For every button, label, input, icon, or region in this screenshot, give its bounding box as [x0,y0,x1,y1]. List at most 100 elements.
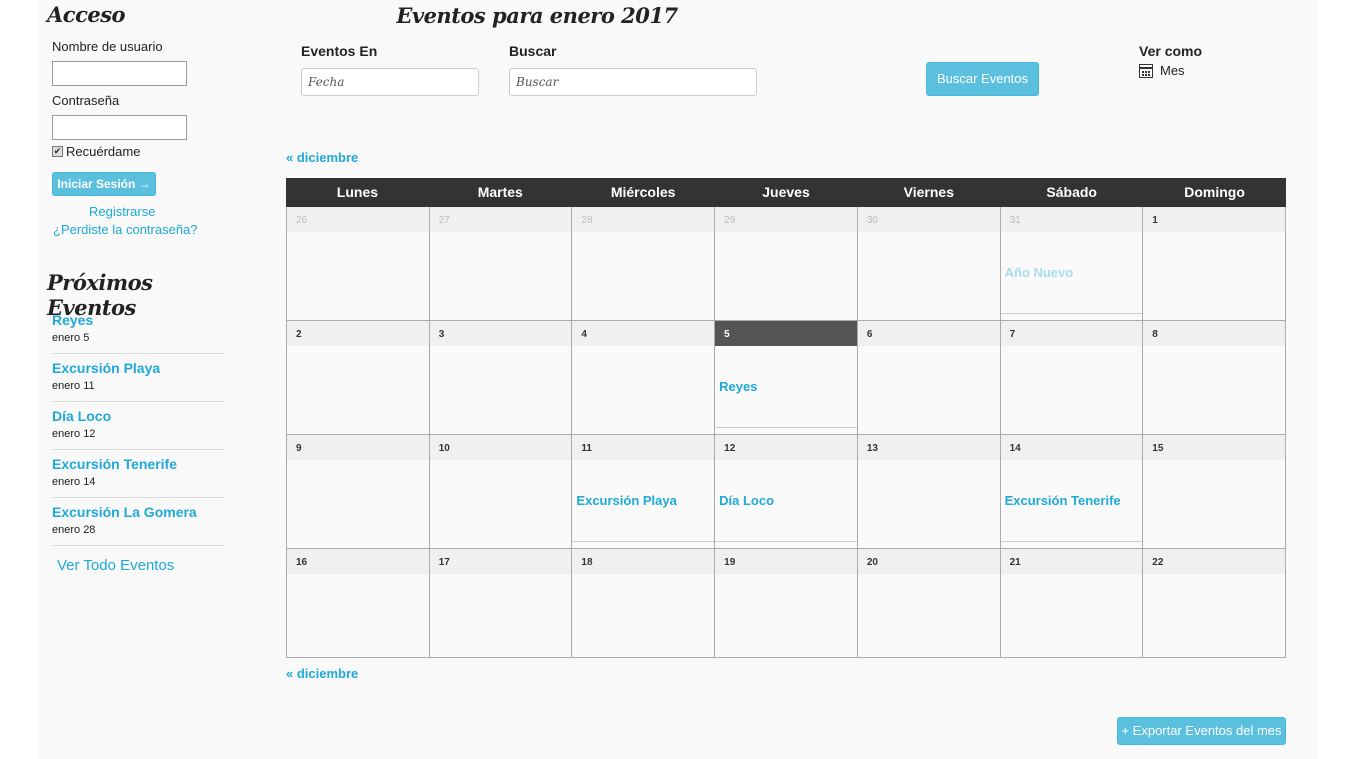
username-label: Nombre de usuario [52,39,163,54]
day-number: 27 [429,207,572,232]
calendar-day[interactable]: 3 [429,321,573,435]
calendar-day[interactable]: 27 [429,207,573,321]
calendar-day[interactable]: 19 [715,549,858,658]
calendar-day[interactable]: 15 [1143,435,1286,549]
list-item: Reyes enero 5 [52,306,225,354]
upcoming-event-link[interactable]: Día Loco [52,408,225,424]
calendar-day[interactable]: 20 [857,549,1001,658]
day-number: 16 [287,549,429,574]
calendar-day[interactable]: 21 [1000,549,1144,658]
page: Acceso Nombre de usuario Contraseña ✔ Re… [37,0,1317,759]
month-calendar: Lunes Martes Miércoles Jueves Viernes Sá… [286,178,1286,658]
calendar-grid: 26 27 28 29 30 31 Año Nuevo 1 2 3 4 5 Reyes 6 7 8 9 10 11 E… [286,207,1286,658]
weekday-label: Lunes [336,184,379,200]
upcoming-event-date: enero 28 [52,524,96,536]
upcoming-event-date: enero 11 [52,380,95,392]
calendar-day[interactable]: 26 [287,207,430,321]
calendar-event-link[interactable]: Excursión Tenerife [1005,493,1121,508]
calendar-week: 2 3 4 5 Reyes 6 7 8 [286,321,1286,435]
remember-checkbox[interactable]: ✔ [52,146,63,157]
calendar-week: 16 17 18 19 20 21 22 [286,549,1286,658]
calendar-day[interactable]: 9 [287,435,430,549]
day-number: 7 [1000,321,1143,346]
login-button[interactable]: Iniciar Sesión → [52,172,156,196]
day-number: 5 [715,321,857,346]
day-number: 9 [287,435,429,460]
calendar-day[interactable]: 28 [572,207,716,321]
event-divider [1000,313,1143,314]
day-number: 17 [429,549,572,574]
upcoming-event-link[interactable]: Excursión Tenerife [52,456,225,472]
calendar-day[interactable]: 22 [1143,549,1286,658]
weekday-label: Domingo [1184,184,1245,200]
search-input[interactable]: Buscar [509,68,757,96]
forgot-password-link[interactable]: ¿Perdiste la contraseña? [53,222,198,237]
password-input[interactable] [52,115,187,140]
upcoming-event-date: enero 5 [52,332,90,344]
calendar-day[interactable]: 6 [857,321,1001,435]
day-number: 8 [1143,321,1285,346]
weekday-label: Sábado [1046,184,1097,200]
weekday-header: Lunes Martes Miércoles Jueves Viernes Sá… [286,178,1286,207]
day-number: 14 [1000,435,1143,460]
calendar-day[interactable]: 7 [1000,321,1144,435]
list-item: Excursión La Gomera enero 28 [52,498,225,546]
upcoming-event-link[interactable]: Reyes [52,312,225,328]
calendar-day[interactable]: 11 Excursión Playa [572,435,716,549]
view-mode-label: Mes [1160,63,1185,78]
calendar-day[interactable]: 12 Día Loco [715,435,858,549]
day-number: 10 [429,435,572,460]
calendar-day[interactable]: 13 [857,435,1001,549]
calendar-day[interactable]: 18 [572,549,716,658]
calendar-day[interactable]: 30 [857,207,1001,321]
upcoming-event-link[interactable]: Excursión Playa [52,360,225,376]
view-month-option[interactable]: Mes [1139,63,1185,78]
event-divider [1000,541,1143,542]
register-link[interactable]: Registrarse [89,204,155,219]
day-number: 22 [1143,549,1285,574]
view-as-label: Ver como [1139,43,1203,59]
view-all-events-link[interactable]: Ver Todo Eventos [57,557,174,574]
calendar-day[interactable]: 4 [572,321,716,435]
calendar-event-link[interactable]: Día Loco [719,493,774,508]
day-number: 18 [572,549,715,574]
calendar-day[interactable]: 10 [429,435,573,549]
list-item: Día Loco enero 12 [52,402,225,450]
calendar-day[interactable]: 17 [429,549,573,658]
search-events-button[interactable]: Buscar Eventos [926,62,1039,96]
day-number: 26 [287,207,429,232]
day-number: 13 [857,435,1000,460]
login-title: Acceso [47,2,126,27]
calendar-day[interactable]: 5 Reyes [715,321,858,435]
day-number: 1 [1143,207,1285,232]
calendar-day[interactable]: 31 Año Nuevo [1000,207,1144,321]
calendar-event-link[interactable]: Reyes [719,379,757,394]
upcoming-event-link[interactable]: Excursión La Gomera [52,504,225,520]
calendar-day[interactable]: 14 Excursión Tenerife [1000,435,1144,549]
calendar-event-link[interactable]: Excursión Playa [576,493,676,508]
export-events-button[interactable]: + Exportar Eventos del mes [1117,717,1286,745]
day-number: 2 [287,321,429,346]
weekday-label: Jueves [762,184,810,200]
calendar-day[interactable]: 1 [1143,207,1286,321]
weekday-label: Viernes [903,184,955,200]
calendar-day[interactable]: 29 [715,207,858,321]
event-divider [715,427,857,428]
day-number: 20 [857,549,1000,574]
date-input[interactable]: Fecha [301,68,479,96]
calendar-day[interactable]: 2 [287,321,430,435]
password-label: Contraseña [52,93,120,108]
events-in-label: Eventos En [301,43,378,59]
remember-me[interactable]: ✔ Recuérdame [52,144,140,159]
username-input[interactable] [52,61,187,86]
calendar-day[interactable]: 8 [1143,321,1286,435]
weekday-label: Miércoles [610,184,676,200]
prev-month-link[interactable]: « diciembre [286,150,358,165]
search-label: Buscar [509,43,557,59]
calendar-day[interactable]: 16 [287,549,430,658]
prev-month-link-bottom[interactable]: « diciembre [286,666,358,681]
calendar-icon [1139,63,1153,78]
calendar-event-link[interactable]: Año Nuevo [1005,265,1074,280]
day-number: 6 [857,321,1000,346]
day-number: 12 [715,435,857,460]
